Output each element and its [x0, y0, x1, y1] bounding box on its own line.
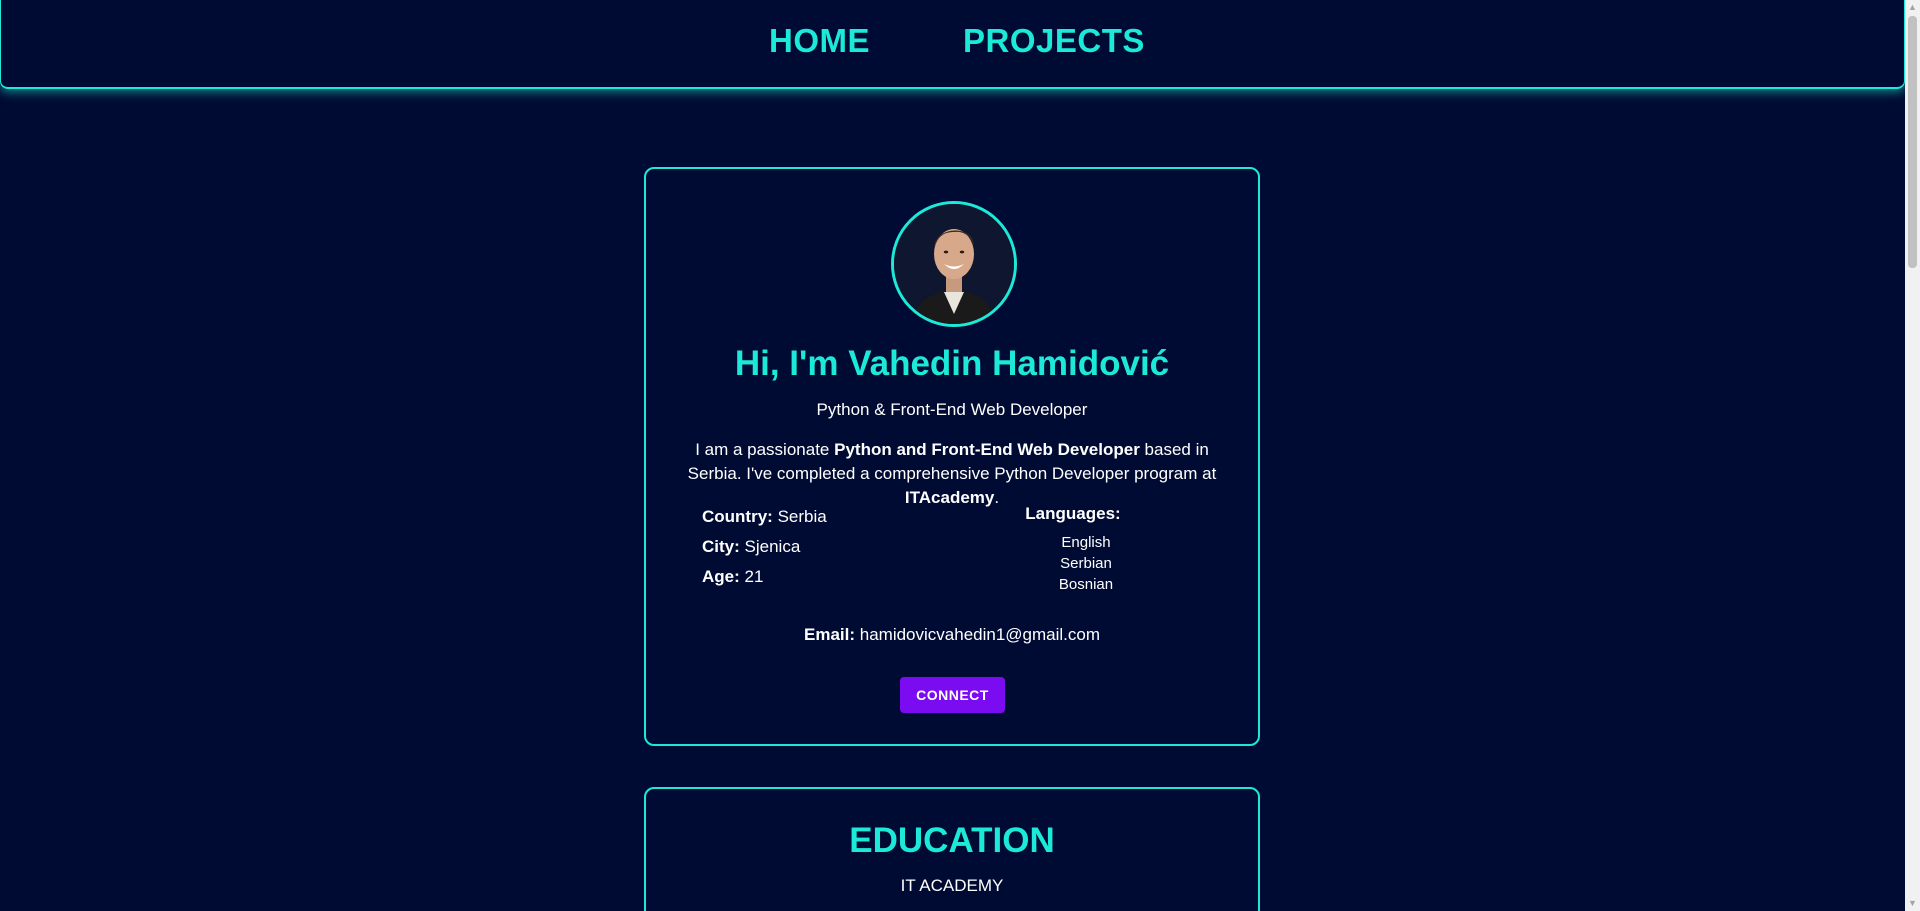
languages-list: English Serbian Bosnian: [1001, 532, 1171, 595]
language-item: Serbian: [1060, 555, 1112, 572]
languages-section: Languages: English Serbian Bosnian: [1001, 504, 1171, 595]
age-value: 21: [744, 567, 764, 586]
info-age: Age: 21: [702, 567, 827, 597]
languages-title: Languages:: [1025, 504, 1121, 523]
language-item: Bosnian: [1058, 576, 1114, 593]
role-subtitle: Python & Front-End Web Developer: [816, 400, 1088, 419]
nav-home-link[interactable]: HOME: [769, 22, 870, 60]
language-item: English: [1061, 534, 1111, 551]
avatar: [891, 201, 1017, 327]
info-country: Country: Serbia: [702, 507, 827, 537]
nav-projects-link[interactable]: PROJECTS: [963, 22, 1145, 60]
info-city: City: Sjenica: [702, 537, 827, 567]
hero-title: Hi, I'm Vahedin Hamidović: [734, 344, 1170, 383]
email-label: Email:: [803, 625, 856, 644]
bio-paragraph: I am a passionate Python and Front-End W…: [666, 438, 1238, 510]
top-navigation-bar: HOME PROJECTS: [0, 0, 1905, 89]
bio-bold-1: Python and Front-End Web Developer: [834, 440, 1140, 459]
bio-text-1: I am a passionate: [695, 440, 835, 459]
education-school: IT ACADEMY: [900, 876, 1004, 895]
email-line: Email: hamidovicvahedin1@gmail.com: [646, 625, 1258, 645]
page-scrollbar[interactable]: ▲ ▼: [1905, 0, 1920, 911]
email-value: hamidovicvahedin1@gmail.com: [859, 625, 1101, 644]
scrollbar-thumb[interactable]: [1908, 16, 1917, 268]
personal-info: Country: Serbia City: Sjenica Age: 21: [702, 507, 827, 597]
page: HOME PROJECTS Hi, I'm Vahedin Hamidović …: [0, 0, 1920, 911]
connect-button[interactable]: CONNECT: [900, 677, 1005, 713]
city-value: Sjenica: [744, 537, 801, 556]
education-title: EDUCATION: [849, 821, 1055, 860]
country-value: Serbia: [777, 507, 827, 526]
profile-card: Hi, I'm Vahedin Hamidović Python & Front…: [644, 167, 1260, 746]
age-label: Age:: [702, 567, 740, 586]
education-card: EDUCATION IT ACADEMY: [644, 787, 1260, 911]
city-label: City:: [702, 537, 740, 556]
profile-photo-icon: [894, 204, 1014, 324]
scroll-up-arrow-icon[interactable]: ▲: [1905, 0, 1920, 15]
country-label: Country:: [702, 507, 773, 526]
scroll-down-arrow-icon[interactable]: ▼: [1905, 896, 1920, 911]
